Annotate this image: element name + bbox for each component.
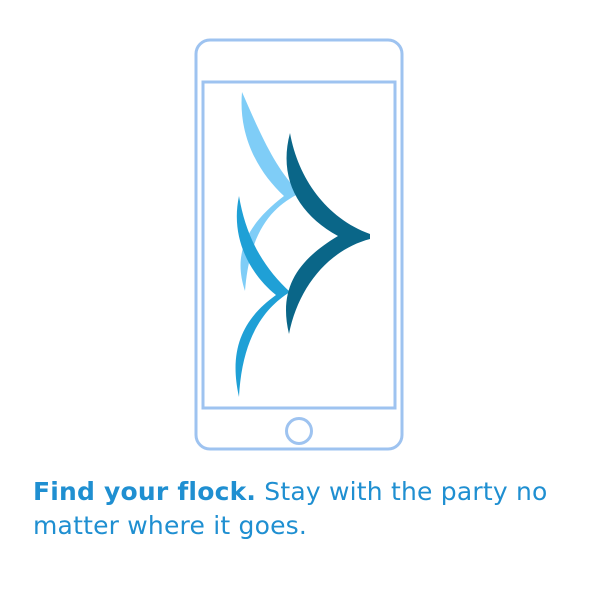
flock-wings-logo-icon [235, 92, 370, 397]
smartphone-outline-icon [194, 38, 404, 451]
tagline: Find your flock. Stay with the party no … [33, 475, 573, 543]
phone-screen [201, 80, 397, 410]
tagline-headline: Find your flock. [33, 477, 257, 506]
home-button [285, 417, 313, 445]
dark-wing [286, 133, 370, 334]
phone-body [194, 38, 404, 451]
phone-illustration [194, 38, 404, 451]
